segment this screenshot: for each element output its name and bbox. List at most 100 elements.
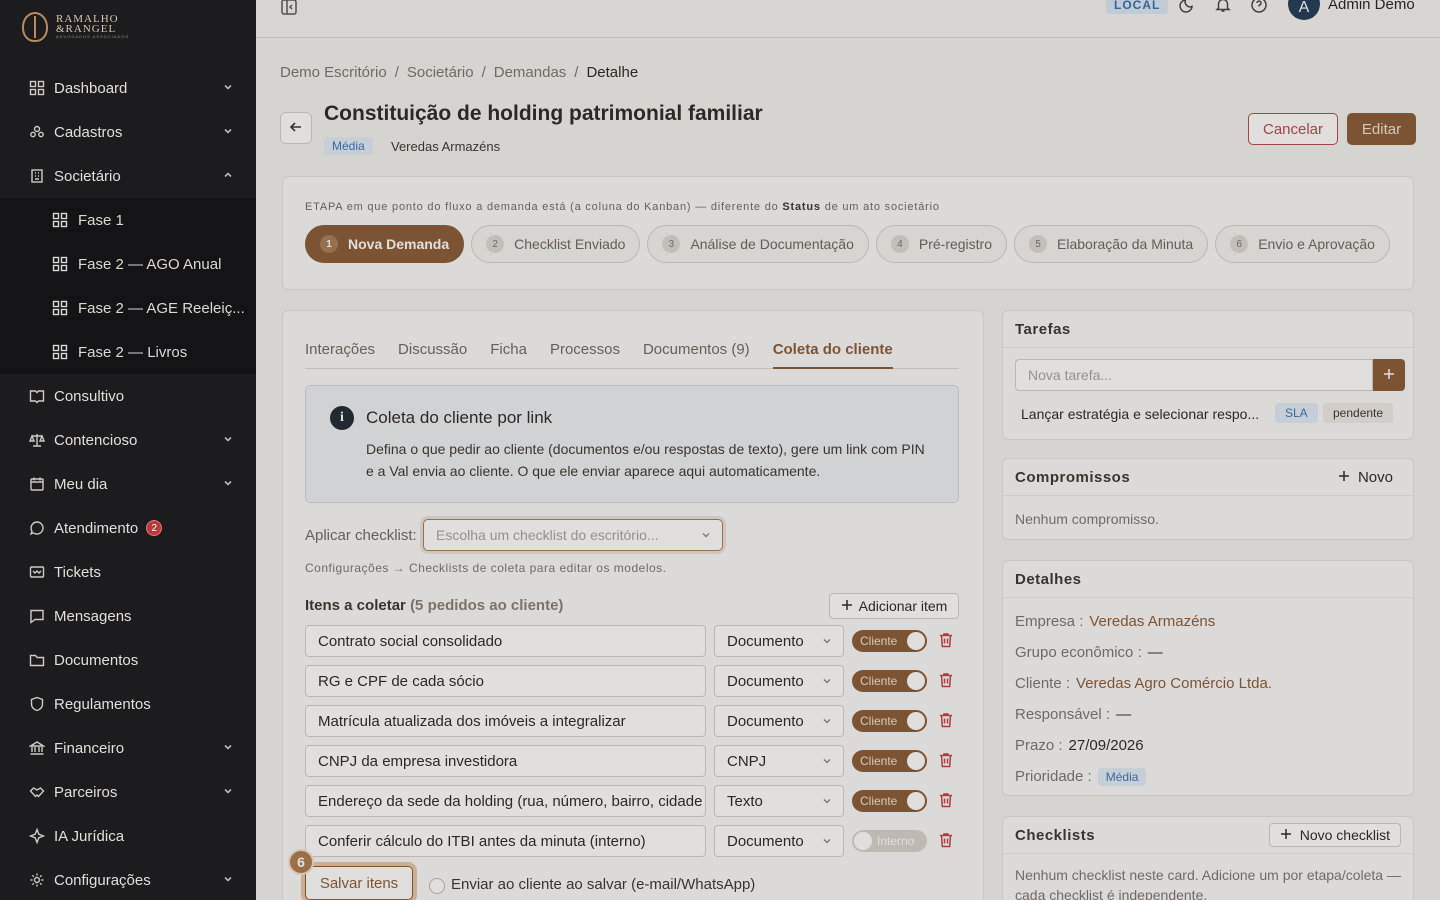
collect-item-type-select[interactable]: Documento <box>714 665 844 697</box>
tab-processos[interactable]: Processos <box>550 341 620 369</box>
stage-step-nova-demanda[interactable]: 1 Nova Demanda <box>305 225 465 263</box>
sidebar-item-meu-dia[interactable]: Meu dia <box>0 462 256 506</box>
sidebar-item-atendimento[interactable]: Atendimento 2 <box>0 506 256 550</box>
cancel-button[interactable]: Cancelar <box>1248 113 1338 145</box>
breadcrumb-item[interactable]: Societário <box>407 64 474 81</box>
trash-icon[interactable] <box>939 752 953 771</box>
breadcrumb-item[interactable]: Demo Escritório <box>280 64 387 81</box>
sidebar-subitem-fase-2-ago[interactable]: Fase 2 — AGO Anual <box>0 242 256 286</box>
chevron-down-icon <box>821 714 833 731</box>
collect-item-type-select[interactable]: Texto <box>714 785 844 817</box>
collect-item-text-input[interactable]: Matrícula atualizada dos imóveis a integ… <box>305 705 706 737</box>
send-to-client-label[interactable]: Enviar ao cliente ao salvar (e-mail/What… <box>451 876 755 893</box>
stage-step-checklist-enviado[interactable]: 2 Checklist Enviado <box>471 225 641 263</box>
trash-icon[interactable] <box>939 672 953 691</box>
sidebar-subitem-fase-2-livros[interactable]: Fase 2 — Livros <box>0 330 256 374</box>
collect-item-audience-toggle[interactable]: Cliente <box>852 630 927 652</box>
stage-step-number: 6 <box>1230 235 1249 253</box>
stage-step-label: Nova Demanda <box>348 236 450 252</box>
sidebar-item-label: Meu dia <box>54 475 108 493</box>
send-to-client-checkbox[interactable] <box>429 878 445 894</box>
collect-item-audience-toggle[interactable]: Cliente <box>852 750 927 772</box>
sidebar-item-tickets[interactable]: Tickets <box>0 550 256 594</box>
plus-icon <box>1383 367 1395 383</box>
edit-button[interactable]: Editar <box>1347 113 1416 145</box>
collect-item-audience-toggle[interactable]: Interno <box>852 830 927 852</box>
sidebar-item-dashboard[interactable]: Dashboard <box>0 66 256 110</box>
collect-item-text-input[interactable]: Endereço da sede da holding (rua, número… <box>305 785 706 817</box>
sidebar-item-mensagens[interactable]: Mensagens <box>0 594 256 638</box>
config-hint: Configurações → Checklists de coleta par… <box>305 561 667 575</box>
collect-item-text-input[interactable]: Conferir cálculo do ITBI antes da minuta… <box>305 825 706 857</box>
collect-item-audience-toggle[interactable]: Cliente <box>852 710 927 732</box>
collect-item-type-select[interactable]: Documento <box>714 625 844 657</box>
new-task-input[interactable]: Nova tarefa... <box>1015 359 1373 391</box>
add-item-button[interactable]: Adicionar item <box>829 593 959 619</box>
new-checklist-button[interactable]: Novo checklist <box>1268 823 1401 847</box>
collect-item-audience-toggle[interactable]: Cliente <box>852 790 927 812</box>
collect-item-text-input[interactable]: CNPJ da empresa investidora <box>305 745 706 777</box>
sidebar: RAMALHO &RANGEL ADVOGADOS ASSOCIADOS Das… <box>0 0 256 900</box>
sidebar-item-regulamentos[interactable]: Regulamentos <box>0 682 256 726</box>
tab-coleta-do-cliente[interactable]: Coleta do cliente <box>772 341 893 369</box>
sidebar-item-financeiro[interactable]: Financeiro <box>0 726 256 770</box>
users-icon <box>28 123 46 141</box>
sidebar-item-cadastros[interactable]: Cadastros <box>0 110 256 154</box>
tab-discussao[interactable]: Discussão <box>398 341 467 369</box>
sidebar-subitem-fase-2-age[interactable]: Fase 2 — AGE Reeleiç... <box>0 286 256 330</box>
logo[interactable]: RAMALHO &RANGEL ADVOGADOS ASSOCIADOS <box>22 12 129 42</box>
add-task-button[interactable] <box>1373 359 1405 391</box>
sidebar-item-contencioso[interactable]: Contencioso <box>0 418 256 462</box>
stage-step-elaboracao[interactable]: 5 Elaboração da Minuta <box>1014 225 1209 263</box>
moon-icon[interactable] <box>1178 0 1196 17</box>
sidebar-item-consultivo[interactable]: Consultivo <box>0 374 256 418</box>
sidebar-item-societario[interactable]: Societário <box>0 154 256 198</box>
apply-checklist-select[interactable]: Escolha um checklist do escritório... <box>423 519 723 551</box>
user-name[interactable]: Admin Demo <box>1328 0 1415 13</box>
task-item-text[interactable]: Lançar estratégia e selecionar respo... <box>1021 406 1259 422</box>
detail-label: Grupo econômico : <box>1015 644 1142 661</box>
collect-item-type-value: Documento <box>727 833 804 850</box>
sidebar-item-documentos[interactable]: Documentos <box>0 638 256 682</box>
breadcrumb-item[interactable]: Demandas <box>494 64 567 81</box>
stage-step-pre-registro[interactable]: 4 Pré-registro <box>875 225 1008 263</box>
sidebar-subitem-fase-1[interactable]: Fase 1 <box>0 198 256 242</box>
collect-item-text-input[interactable]: Contrato social consolidado <box>305 625 706 657</box>
collect-item-type-select[interactable]: Documento <box>714 825 844 857</box>
trash-icon[interactable] <box>939 632 953 651</box>
detail-row-responsavel: Responsável : — <box>1015 706 1131 723</box>
detail-value[interactable]: Veredas Agro Comércio Ltda. <box>1076 675 1272 692</box>
tasks-title: Tarefas <box>1015 321 1071 338</box>
detail-value[interactable]: Veredas Armazéns <box>1089 613 1215 630</box>
chevron-down-icon <box>222 740 234 757</box>
stage-step-envio[interactable]: 6 Envio e Aprovação <box>1215 225 1390 263</box>
divider <box>1003 853 1413 854</box>
trash-icon[interactable] <box>939 792 953 811</box>
help-icon[interactable] <box>1250 0 1268 17</box>
grid-icon <box>52 343 70 361</box>
new-compromisso-button[interactable]: Novo <box>1338 469 1393 486</box>
stage-step-analise[interactable]: 3 Análise de Documentação <box>647 225 869 263</box>
bell-icon[interactable] <box>1214 0 1232 17</box>
collect-item-type-select[interactable]: CNPJ <box>714 745 844 777</box>
trash-icon[interactable] <box>939 712 953 731</box>
sidebar-item-parceiros[interactable]: Parceiros <box>0 770 256 814</box>
tasks-card: Tarefas Nova tarefa... Lançar estratégia… <box>1002 310 1414 440</box>
avatar[interactable]: A <box>1288 0 1320 20</box>
tab-documentos[interactable]: Documentos (9) <box>643 341 750 369</box>
sidebar-toggle-icon[interactable] <box>280 0 298 19</box>
sidebar-subitem-label: Fase 2 — AGE Reeleiç... <box>78 299 245 317</box>
back-button[interactable] <box>280 112 312 144</box>
sidebar-item-configuracoes[interactable]: Configurações <box>0 858 256 900</box>
plus-icon <box>841 598 853 614</box>
trash-icon[interactable] <box>939 832 953 851</box>
collect-item-audience-toggle[interactable]: Cliente <box>852 670 927 692</box>
chevron-down-icon <box>821 754 833 771</box>
collect-item-type-select[interactable]: Documento <box>714 705 844 737</box>
collect-item-text-input[interactable]: RG e CPF de cada sócio <box>305 665 706 697</box>
sidebar-item-label: Documentos <box>54 651 139 669</box>
tab-ficha[interactable]: Ficha <box>490 341 527 369</box>
sidebar-item-ia-juridica[interactable]: IA Jurídica <box>0 814 256 858</box>
save-items-button[interactable]: Salvar itens <box>305 866 413 900</box>
tab-interacoes[interactable]: Interações <box>305 341 375 369</box>
